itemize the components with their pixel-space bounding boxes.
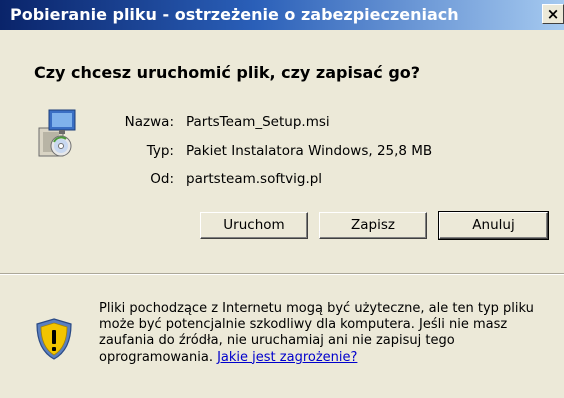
type-value: Pakiet Instalatora Windows, 25,8 MB xyxy=(186,143,433,159)
title-bar[interactable]: Pobieranie pliku - ostrzeżenie o zabezpi… xyxy=(0,0,564,30)
installer-package-icon xyxy=(38,109,76,157)
window-title: Pobieranie pliku - ostrzeżenie o zabezpi… xyxy=(10,5,459,24)
warning-line: zaufania do źródła, nie uruchamiaj ani n… xyxy=(99,333,455,349)
warning-line-last: oprogramowania. Jakie jest zagrożenie? xyxy=(99,350,559,366)
warning-line-prefix: oprogramowania. xyxy=(99,349,213,365)
name-value: PartsTeam_Setup.msi xyxy=(186,114,330,130)
warning-line: może być potencjalnie szkodliwy dla komp… xyxy=(99,317,508,333)
download-warning-dialog: Pobieranie pliku - ostrzeżenie o zabezpi… xyxy=(0,0,564,398)
dialog-question: Czy chcesz uruchomić plik, czy zapisać g… xyxy=(34,63,421,82)
risk-info-link[interactable]: Jakie jest zagrożenie? xyxy=(217,350,357,365)
separator-highlight xyxy=(0,274,564,275)
from-value: partsteam.softvig.pl xyxy=(186,171,323,187)
warning-line: Pliki pochodzące z Internetu mogą być uż… xyxy=(99,301,534,316)
from-label: Od: xyxy=(150,171,174,187)
cancel-button[interactable]: Anuluj xyxy=(438,211,549,240)
save-button[interactable]: Zapisz xyxy=(319,212,427,239)
warning-text: Pliki pochodzące z Internetu mogą być uż… xyxy=(99,301,559,366)
close-button[interactable]: × xyxy=(542,4,564,24)
name-label: Nazwa: xyxy=(124,114,174,130)
type-label: Typ: xyxy=(146,143,174,159)
security-shield-icon xyxy=(36,318,72,360)
run-button[interactable]: Uruchom xyxy=(200,212,308,239)
